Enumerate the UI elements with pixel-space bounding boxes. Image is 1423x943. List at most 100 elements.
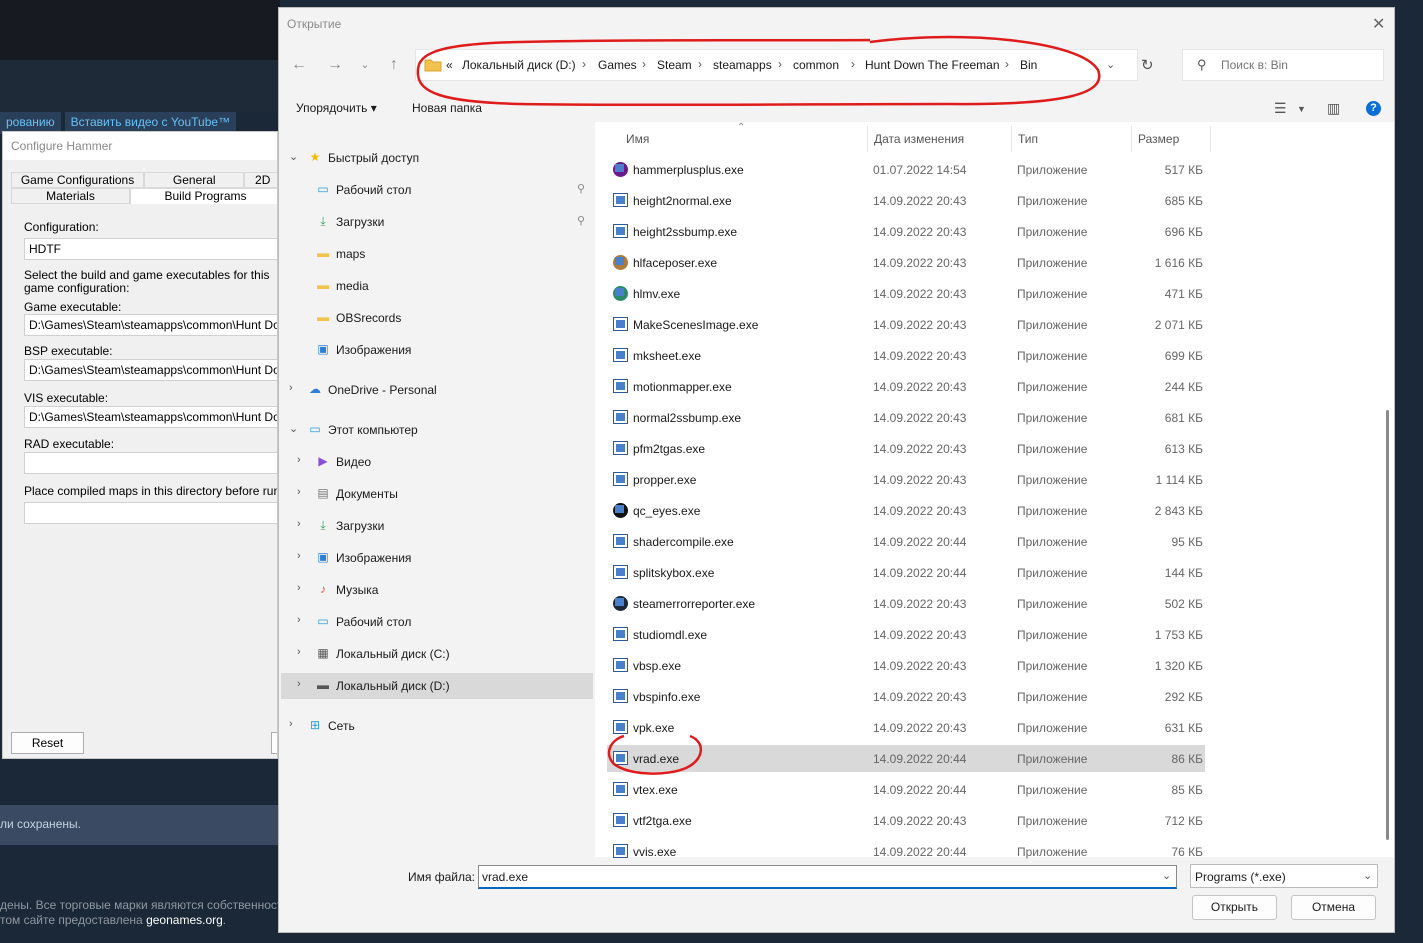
cancel-button[interactable]: Отмена [1291,895,1376,920]
file-row[interactable]: vrad.exe 14.09.2022 20:44 Приложение 86 КБ [607,745,1205,772]
nav-item[interactable]: › ⊞ Сеть [281,713,593,739]
tab-general[interactable]: General [144,172,245,188]
crumb-bin[interactable]: Bin [1020,58,1037,72]
nav-item[interactable]: › ▶ Видео [281,449,593,475]
nav-item[interactable]: › ▬ Локальный диск (D:) [281,673,593,699]
tab-materials[interactable]: Materials [11,188,130,204]
open-button[interactable]: Открыть [1192,895,1277,920]
file-row[interactable]: MakeScenesImage.exe 14.09.2022 20:43 Прило… [607,311,1205,338]
nav-item[interactable]: ⌄ ▭ Этот компьютер [281,417,593,443]
crumb-games[interactable]: Games [598,58,637,72]
column-divider[interactable] [867,126,868,152]
forward-icon[interactable]: → [325,56,345,74]
nav-item[interactable]: › ▣ Изображения [281,545,593,571]
close-icon[interactable]: ✕ [1372,14,1385,34]
crumb-hunt-down[interactable]: Hunt Down The Freeman [865,58,1000,72]
column-divider[interactable] [1210,126,1211,152]
file-row[interactable]: motionmapper.exe 14.09.2022 20:43 Приложен… [607,373,1205,400]
back-icon[interactable]: ← [289,56,309,74]
filename-input[interactable] [482,870,1142,884]
file-row[interactable]: steamerrorreporter.exe 14.09.2022 20:43 Пр… [607,590,1205,617]
file-row[interactable]: vpk.exe 14.09.2022 20:43 Приложение 631 КБ [607,714,1205,741]
tab-game-configurations[interactable]: Game Configurations [11,172,145,188]
crumb-common[interactable]: common [793,58,839,72]
file-row[interactable]: vtex.exe 14.09.2022 20:44 Приложение 85 КБ [607,776,1205,803]
file-row[interactable]: height2ssbump.exe 14.09.2022 20:43 Приложе… [607,218,1205,245]
column-type[interactable]: Тип [1018,132,1038,146]
address-bar[interactable]: « Локальный диск (D:) › Games › Steam › … [415,49,1138,81]
nav-item[interactable]: › ▤ Документы [281,481,593,507]
chevron-right-icon[interactable]: › [642,57,646,71]
crumb-drive[interactable]: Локальный диск (D:) [462,58,576,72]
file-row[interactable]: normal2ssbump.exe 14.09.2022 20:43 Приложе… [607,404,1205,431]
file-row[interactable]: vvis.exe 14.09.2022 20:44 Приложение 76 КБ [607,838,1205,865]
file-row[interactable]: pfm2tgas.exe 14.09.2022 20:43 Приложение 61… [607,435,1205,462]
organize-button[interactable]: Упорядочить ▾ [296,101,377,115]
up-icon[interactable]: ↑ [384,56,404,74]
tab-2d[interactable]: 2D [244,172,277,188]
nav-item[interactable]: › ▭ Рабочий стол [281,609,593,635]
chevron-right-icon[interactable]: › [297,614,301,626]
file-row[interactable]: studiomdl.exe 14.09.2022 20:43 Приложение 1… [607,621,1205,648]
view-dropdown-icon[interactable]: ▼ [1297,104,1306,114]
chevron-right-icon[interactable]: › [289,382,293,394]
pin-icon[interactable]: ⚲ [577,182,585,195]
view-list-icon[interactable]: ☰ [1274,100,1287,117]
filetype-select[interactable]: Programs (*.exe) ⌄ [1190,864,1378,888]
chevron-right-icon[interactable]: › [297,646,301,658]
footer-link[interactable]: geonames.org [146,913,223,927]
chevron-right-icon[interactable]: › [297,518,301,530]
file-row[interactable]: splitskybox.exe 14.09.2022 20:44 Приложени… [607,559,1205,586]
address-prefix[interactable]: « [446,58,453,72]
chevron-down-icon[interactable]: ⌄ [1363,869,1372,882]
file-row[interactable]: mksheet.exe 14.09.2022 20:43 Приложение 699… [607,342,1205,369]
nav-item[interactable]: ▣ Изображения [281,337,593,363]
help-icon[interactable]: ? [1366,101,1381,116]
nav-item[interactable]: › ♪ Музыка [281,577,593,603]
chevron-right-icon[interactable]: › [297,454,301,466]
chevron-right-icon[interactable]: › [582,57,586,71]
nav-item[interactable]: › ☁ OneDrive - Personal [281,377,593,403]
file-row[interactable]: propper.exe 14.09.2022 20:43 Приложение 1 1… [607,466,1205,493]
nav-item[interactable]: ▬ maps [281,241,593,267]
chevron-down-icon[interactable]: ⌄ [1162,869,1171,882]
vis-executable-field[interactable]: D:\Games\Steam\steamapps\common\Hunt Dow… [24,406,277,428]
nav-item[interactable]: ▭ Рабочий стол ⚲ [281,177,593,203]
chevron-down-icon[interactable]: ⌄ [289,422,298,435]
file-row[interactable]: hlmv.exe 14.09.2022 20:43 Приложение 471 КБ [607,280,1205,307]
address-dropdown-icon[interactable]: ⌄ [1106,58,1115,71]
crumb-steamapps[interactable]: steamapps [713,58,772,72]
column-date[interactable]: Дата изменения [874,132,964,146]
configuration-select[interactable]: HDTF [24,238,277,260]
nav-item[interactable]: ⌄ ★ Быстрый доступ [281,145,593,171]
filename-field[interactable]: ⌄ [478,865,1177,889]
nav-item[interactable]: › ▦ Локальный диск (C:) [281,641,593,667]
file-row[interactable]: vbsp.exe 14.09.2022 20:43 Приложение 1 320 … [607,652,1205,679]
chevron-right-icon[interactable]: › [297,486,301,498]
chevron-right-icon[interactable]: › [297,550,301,562]
chevron-right-icon[interactable]: › [297,678,301,690]
preview-pane-icon[interactable]: ▥ [1327,100,1340,117]
bsp-executable-field[interactable]: D:\Games\Steam\steamapps\common\Hunt Dow… [24,359,277,381]
column-divider[interactable] [1011,126,1012,152]
nav-item[interactable]: › ⤓ Загрузки [281,513,593,539]
chevron-right-icon[interactable]: › [297,582,301,594]
chevron-right-icon[interactable]: › [851,57,855,71]
file-row[interactable]: vtf2tga.exe 14.09.2022 20:43 Приложение 712… [607,807,1205,834]
place-maps-field[interactable] [24,502,277,524]
nav-item[interactable]: ▬ media [281,273,593,299]
file-row[interactable]: qc_eyes.exe 14.09.2022 20:43 Приложение 2 8… [607,497,1205,524]
vertical-scrollbar[interactable] [1386,410,1389,840]
search-input[interactable] [1221,58,1371,72]
game-executable-field[interactable]: D:\Games\Steam\steamapps\common\Hunt Dow… [24,314,277,336]
search-box[interactable]: ⚲ [1182,49,1384,81]
rad-executable-field[interactable] [24,452,277,474]
file-row[interactable]: shadercompile.exe 14.09.2022 20:44 Приложе… [607,528,1205,555]
column-divider[interactable] [1131,126,1132,152]
crumb-steam[interactable]: Steam [657,58,692,72]
refresh-icon[interactable]: ↻ [1141,56,1154,74]
nav-item[interactable]: ▬ OBSrecords [281,305,593,331]
chevron-right-icon[interactable]: › [698,57,702,71]
recent-dropdown-icon[interactable]: ⌄ [355,58,375,71]
chevron-right-icon[interactable]: › [778,57,782,71]
